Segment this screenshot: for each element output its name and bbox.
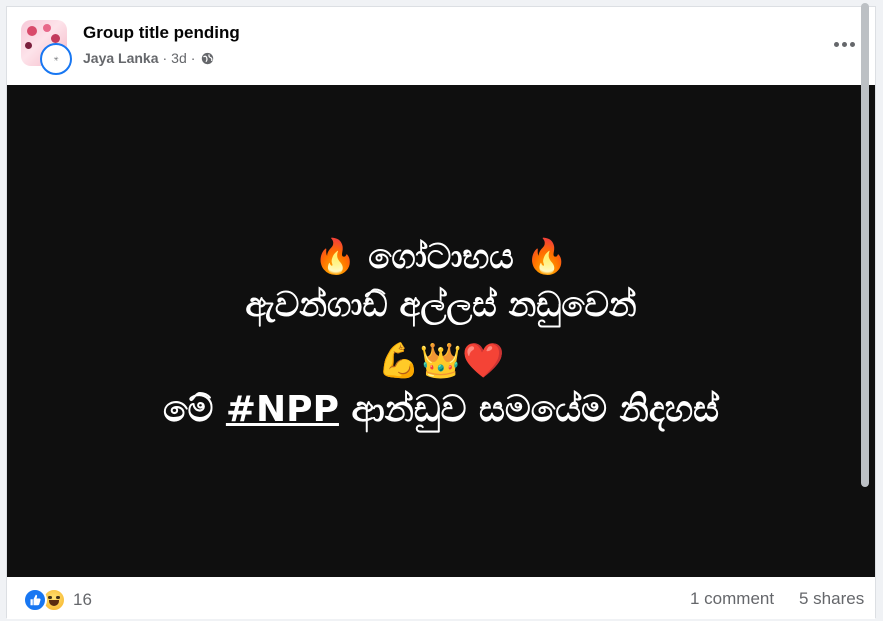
globe-icon: [202, 52, 214, 64]
shares-count-link[interactable]: 5 shares: [799, 589, 864, 609]
meta-separator: ·: [162, 50, 168, 66]
post-footer: 16 1 comment 5 shares: [7, 577, 875, 619]
image-text-line-2: ඇවන්ගාඩ් අල්ලස් නඩුවෙන්: [245, 285, 637, 325]
author-name[interactable]: Jaya Lanka: [83, 50, 159, 66]
author-avatar-mark: ✳: [53, 56, 59, 63]
image-text-line-4: මේ #NPP ආන්ඩුව සමයේම නිදහස්: [7, 389, 875, 431]
comments-count-link[interactable]: 1 comment: [690, 589, 774, 609]
more-horizontal-icon: [832, 34, 856, 52]
reactions-summary[interactable]: 16: [23, 588, 92, 612]
post-header: ✳ Group title pending Jaya Lanka · 3d ·: [7, 7, 875, 85]
post-time[interactable]: 3d: [171, 50, 187, 66]
group-title[interactable]: Group title pending: [83, 23, 240, 43]
hashtag-npp: #NPP: [225, 389, 339, 430]
image-text-line-1: 🔥 ගෝටාභය 🔥: [314, 237, 568, 277]
image-text-line-4-prefix: මේ: [162, 389, 226, 430]
more-options-button[interactable]: [829, 31, 859, 55]
image-text-line-4-suffix: ආන්ඩුව සමයේම නිදහස්: [338, 389, 720, 430]
scrollbar-thumb[interactable]: [861, 3, 869, 487]
post-image[interactable]: 🔥 ගෝටාභය 🔥 ඇවන්ගාඩ් අල්ලස් නඩුවෙන් 💪👑❤️ …: [7, 85, 875, 577]
meta-separator-2: ·: [190, 50, 196, 66]
image-emoji-line: 💪👑❤️: [377, 341, 505, 381]
post-meta: Jaya Lanka · 3d ·: [83, 50, 214, 66]
author-avatar[interactable]: ✳: [40, 43, 72, 75]
post-card: ✳ Group title pending Jaya Lanka · 3d · …: [6, 6, 876, 619]
reaction-count: 16: [73, 590, 92, 609]
like-icon: [23, 588, 47, 612]
